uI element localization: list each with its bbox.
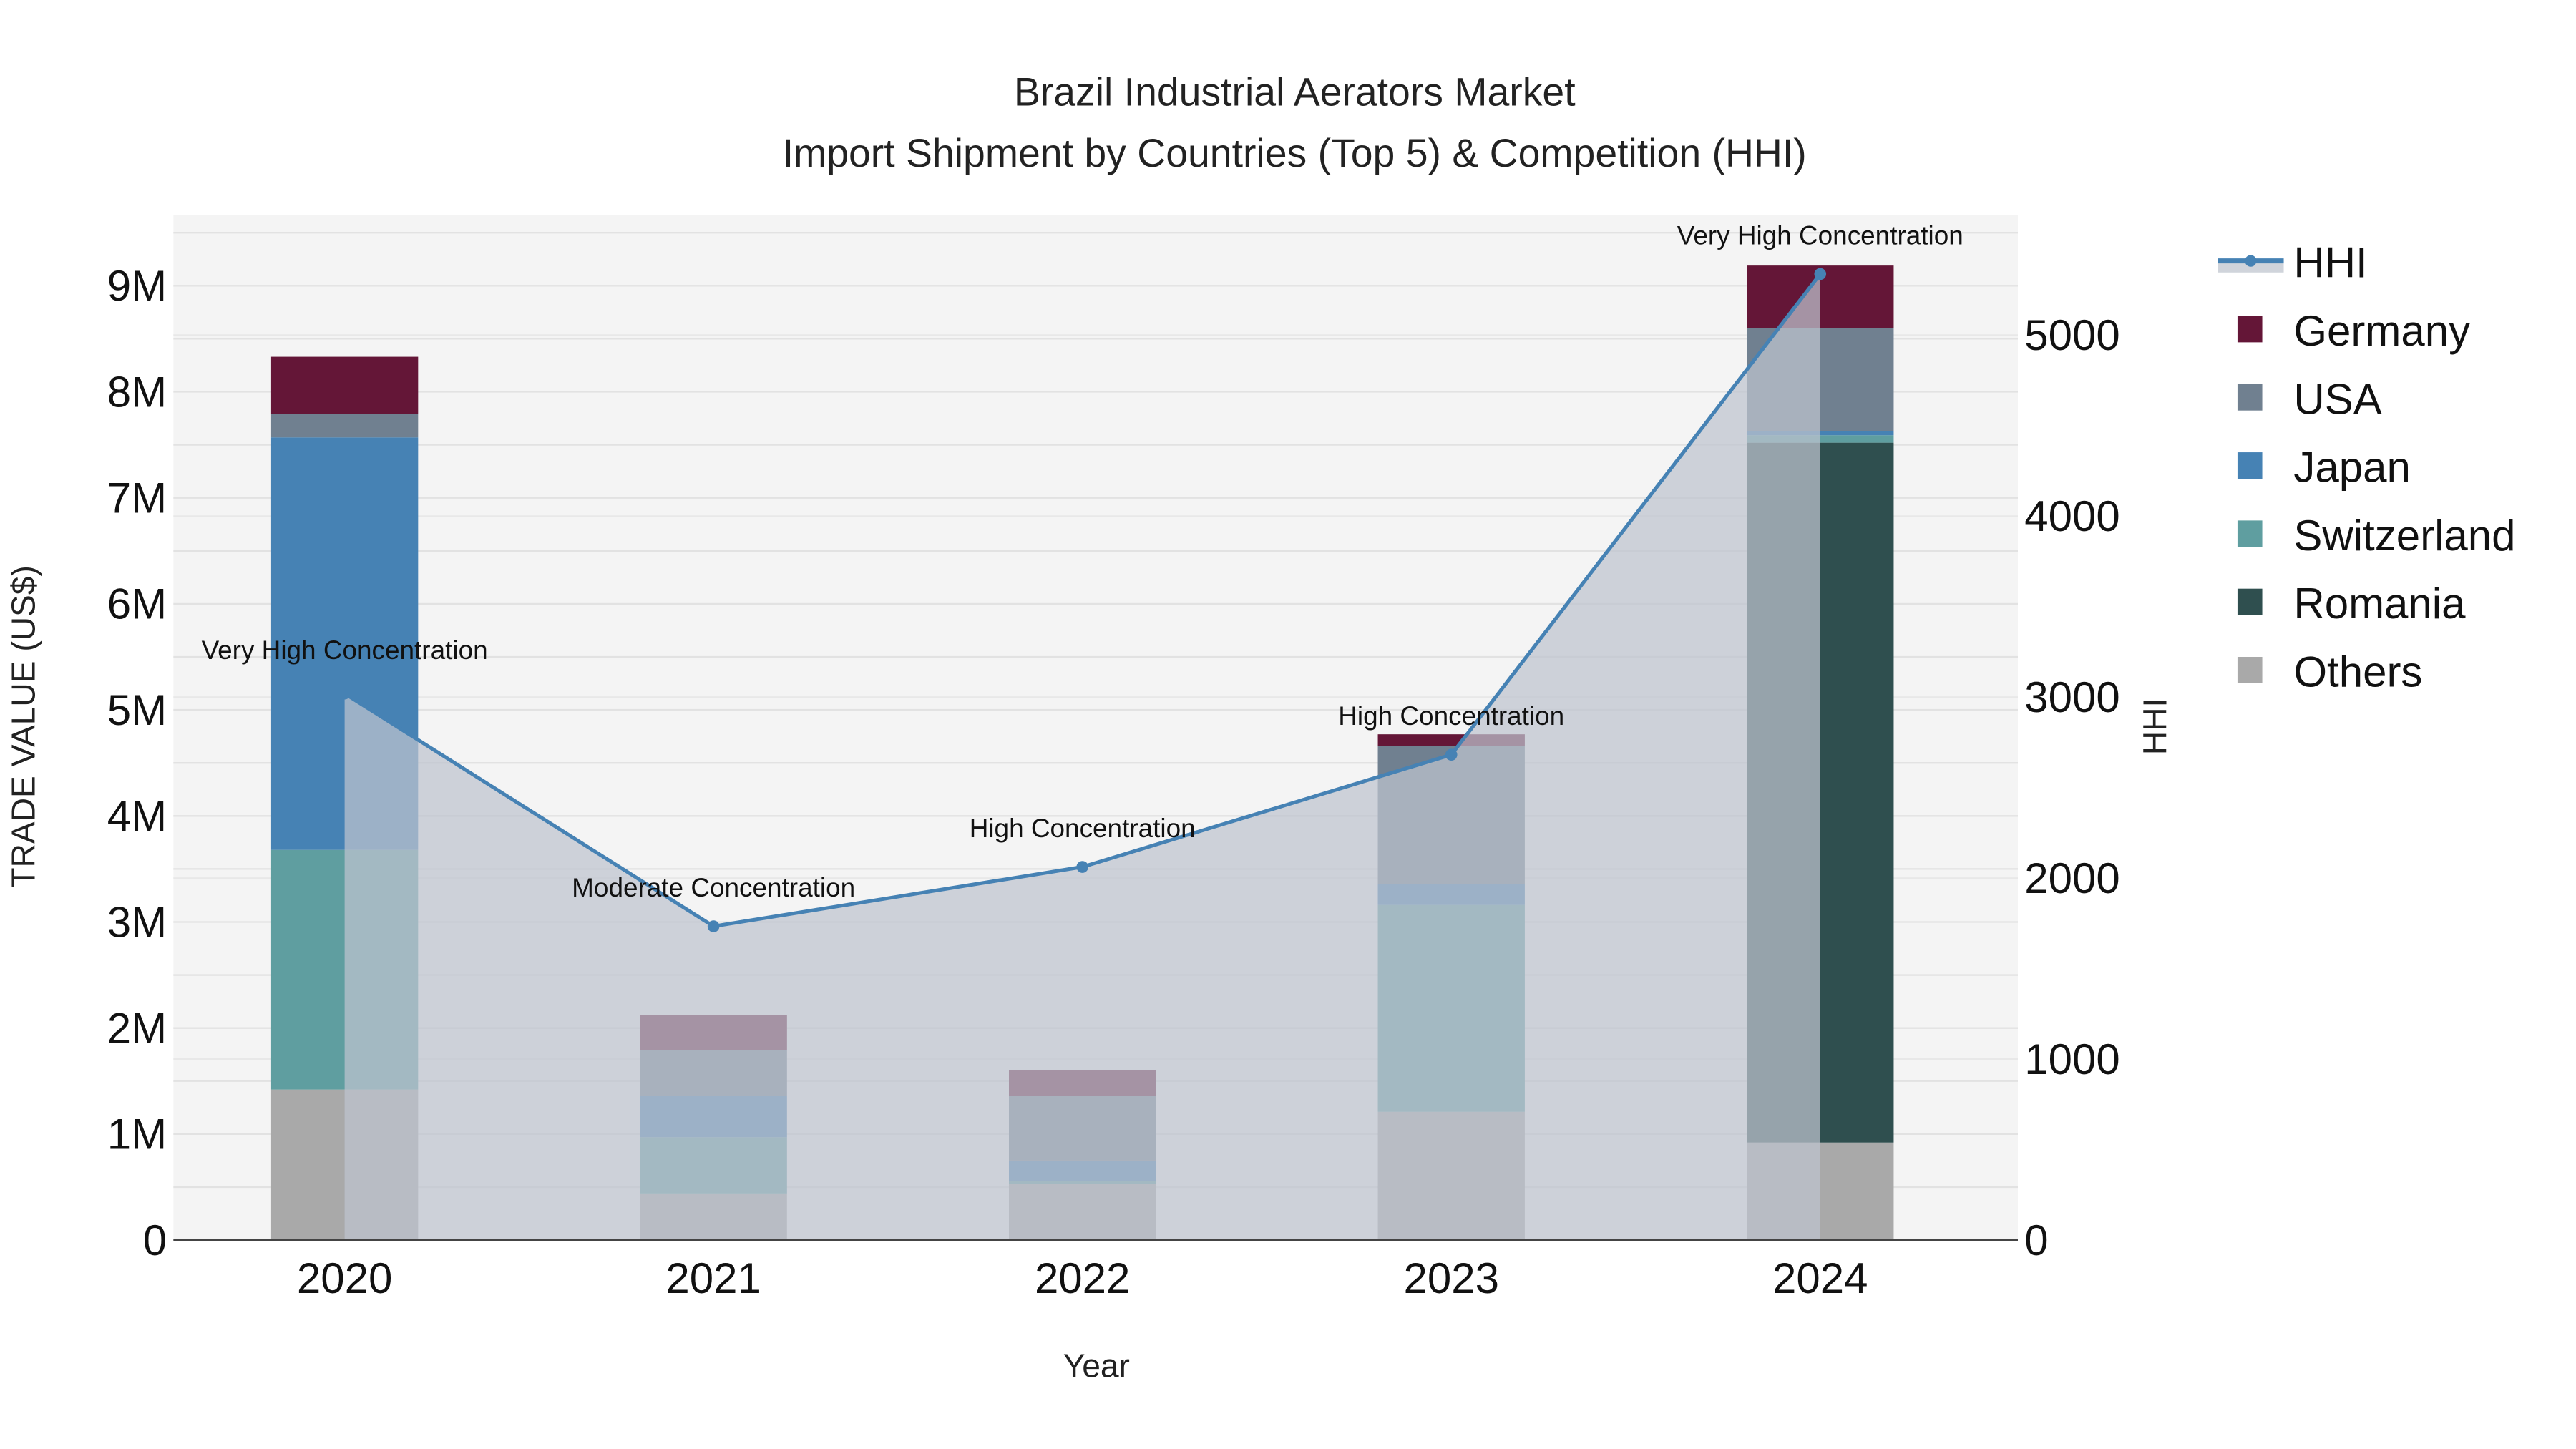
x-tick-label: 2022 bbox=[1035, 1254, 1130, 1302]
legend: HHI Germany USA Japan Switzerland Romania Othe… bbox=[2218, 239, 2516, 696]
bar-germany-2020 bbox=[270, 356, 419, 414]
y-tick-label: 2M bbox=[107, 1004, 167, 1052]
hhi-annotation-2020: Very High Concentration bbox=[202, 635, 488, 665]
x-tick-label: 2021 bbox=[665, 1254, 761, 1302]
legend-swatch-icon bbox=[2237, 452, 2263, 479]
y2-tick-label: 2000 bbox=[2024, 854, 2119, 902]
y-tick-label: 8M bbox=[107, 368, 167, 416]
hhi-point-2021 bbox=[707, 920, 720, 932]
legend-swatch-icon bbox=[2237, 384, 2263, 411]
y-tick-label: 0 bbox=[143, 1216, 167, 1264]
hhi-annotation-2023: High Concentration bbox=[1338, 701, 1564, 731]
hhi-point-2020 bbox=[338, 687, 351, 700]
hhi-point-2022 bbox=[1076, 861, 1089, 873]
y-tick-label: 5M bbox=[107, 686, 167, 734]
legend-item-germany[interactable]: Germany bbox=[2237, 307, 2470, 355]
legend-label: HHI bbox=[2293, 239, 2367, 287]
legend-swatch-icon bbox=[2237, 520, 2263, 547]
legend-item-hhi[interactable]: HHI bbox=[2218, 239, 2368, 287]
legend-item-others[interactable]: Others bbox=[2237, 648, 2423, 696]
y2-tick-label: 0 bbox=[2024, 1216, 2048, 1264]
y2-tick-label: 3000 bbox=[2024, 673, 2119, 721]
hhi-annotation-2022: High Concentration bbox=[970, 814, 1196, 843]
y-tick-label: 4M bbox=[107, 792, 167, 840]
chart-title: Brazil Industrial Aerators Market bbox=[1014, 70, 1576, 114]
legend-swatch-icon bbox=[2237, 657, 2263, 683]
legend-label: Switzerland bbox=[2293, 512, 2515, 560]
chart-subtitle: Import Shipment by Countries (Top 5) & C… bbox=[783, 131, 1807, 175]
y-tick-label: 7M bbox=[107, 474, 167, 522]
y-axis-label: TRADE VALUE (US$) bbox=[4, 565, 42, 887]
legend-item-japan[interactable]: Japan bbox=[2237, 444, 2411, 492]
y2-tick-label: 1000 bbox=[2024, 1035, 2119, 1083]
y2-tick-label: 4000 bbox=[2024, 492, 2119, 540]
bar-usa-2020 bbox=[270, 414, 419, 438]
legend-item-switzerland[interactable]: Switzerland bbox=[2237, 512, 2516, 560]
chart: Brazil Industrial Aerators Market Import… bbox=[4, 70, 2516, 1385]
y-tick-label: 1M bbox=[107, 1111, 167, 1158]
legend-item-usa[interactable]: USA bbox=[2237, 375, 2382, 423]
hhi-annotation-2021: Moderate Concentration bbox=[572, 873, 855, 902]
x-tick-label: 2023 bbox=[1403, 1254, 1498, 1302]
legend-label: Others bbox=[2293, 648, 2422, 696]
hhi-point-2024 bbox=[1814, 268, 1827, 280]
legend-label: Romania bbox=[2293, 580, 2466, 628]
hhi-point-2023 bbox=[1445, 748, 1458, 761]
legend-label: Germany bbox=[2293, 307, 2470, 355]
x-tick-label: 2024 bbox=[1772, 1254, 1868, 1302]
legend-label: Japan bbox=[2293, 444, 2410, 492]
y-tick-label: 9M bbox=[107, 262, 167, 310]
legend-label: USA bbox=[2293, 375, 2381, 423]
y-tick-label: 6M bbox=[107, 580, 167, 628]
hhi-legend-marker-icon bbox=[2245, 255, 2257, 267]
y-tick-label: 3M bbox=[107, 898, 167, 946]
y2-axis-label: HHI bbox=[2137, 698, 2174, 755]
hhi-annotation-2024: Very High Concentration bbox=[1677, 220, 1963, 250]
y2-tick-label: 5000 bbox=[2024, 311, 2119, 359]
x-tick-label: 2020 bbox=[297, 1254, 392, 1302]
legend-swatch-icon bbox=[2237, 316, 2263, 343]
legend-swatch-icon bbox=[2237, 588, 2263, 615]
legend-item-romania[interactable]: Romania bbox=[2237, 580, 2466, 628]
x-axis-label: Year bbox=[1063, 1347, 1130, 1385]
